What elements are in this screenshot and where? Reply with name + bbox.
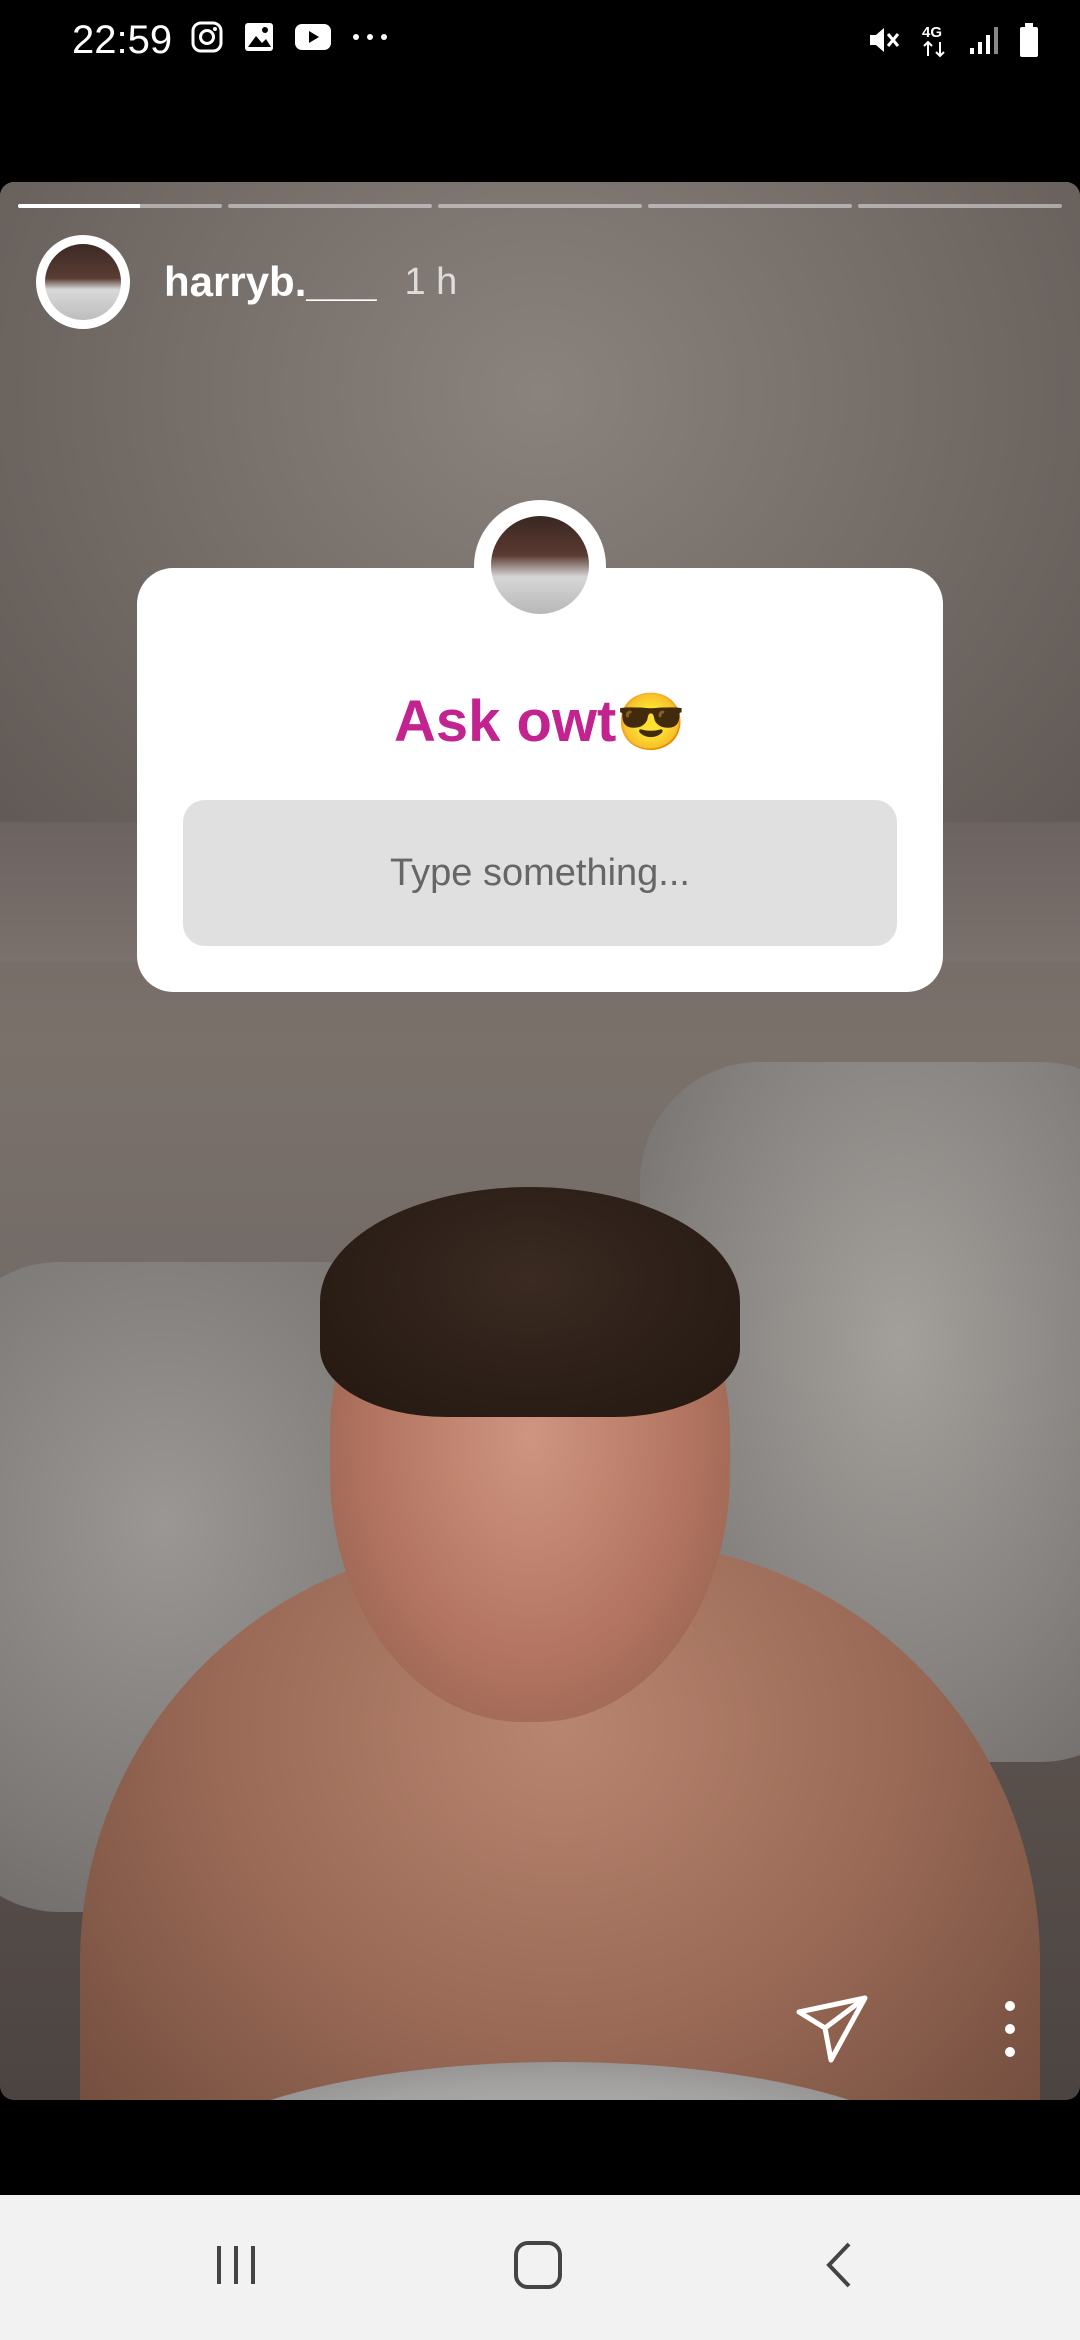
story-time-ago: 1 h [404, 260, 458, 303]
story-progress-bar [18, 204, 1062, 208]
signal-icon [968, 24, 1000, 56]
question-response-input[interactable]: Type something... [183, 800, 897, 946]
sticker-title-text: Ask owt [393, 689, 617, 754]
battery-icon [1018, 22, 1040, 58]
system-icons: 4G [866, 22, 1040, 58]
home-icon[interactable] [488, 2225, 588, 2305]
status-time: 22:59 [72, 18, 173, 62]
more-vertical-icon[interactable] [990, 1992, 1030, 2066]
story-progress-segment [438, 204, 642, 208]
more-notifications-icon [350, 32, 390, 42]
story-progress-segment [648, 204, 852, 208]
story-progress-segment [18, 204, 222, 208]
notification-icons [190, 20, 390, 54]
sticker-avatar [491, 516, 589, 614]
status-bar: 22:59 4G [0, 0, 1080, 90]
question-sticker[interactable]: Ask owt😎 Type something... [137, 500, 943, 992]
story-viewer[interactable]: harryb.___ 1 h Ask owt😎 Type something..… [0, 182, 1080, 2100]
recent-apps-icon[interactable] [186, 2225, 286, 2305]
sunglasses-emoji-icon: 😎 [616, 690, 687, 753]
avatar[interactable] [36, 235, 130, 329]
story-header: harryb.___ 1 h [36, 232, 457, 332]
mute-icon [866, 22, 902, 58]
username[interactable]: harryb.___ [164, 258, 376, 306]
sticker-title: Ask owt😎 [137, 688, 943, 755]
youtube-icon [294, 22, 332, 52]
back-icon[interactable] [790, 2225, 890, 2305]
story-progress-segment [858, 204, 1062, 208]
send-icon[interactable] [795, 1992, 869, 2066]
4g-icon: 4G [920, 22, 950, 58]
instagram-icon [190, 20, 224, 54]
svg-text:4G: 4G [922, 24, 942, 41]
story-progress-segment [228, 204, 432, 208]
gallery-icon [242, 20, 276, 54]
navigation-bar [0, 2195, 1080, 2340]
